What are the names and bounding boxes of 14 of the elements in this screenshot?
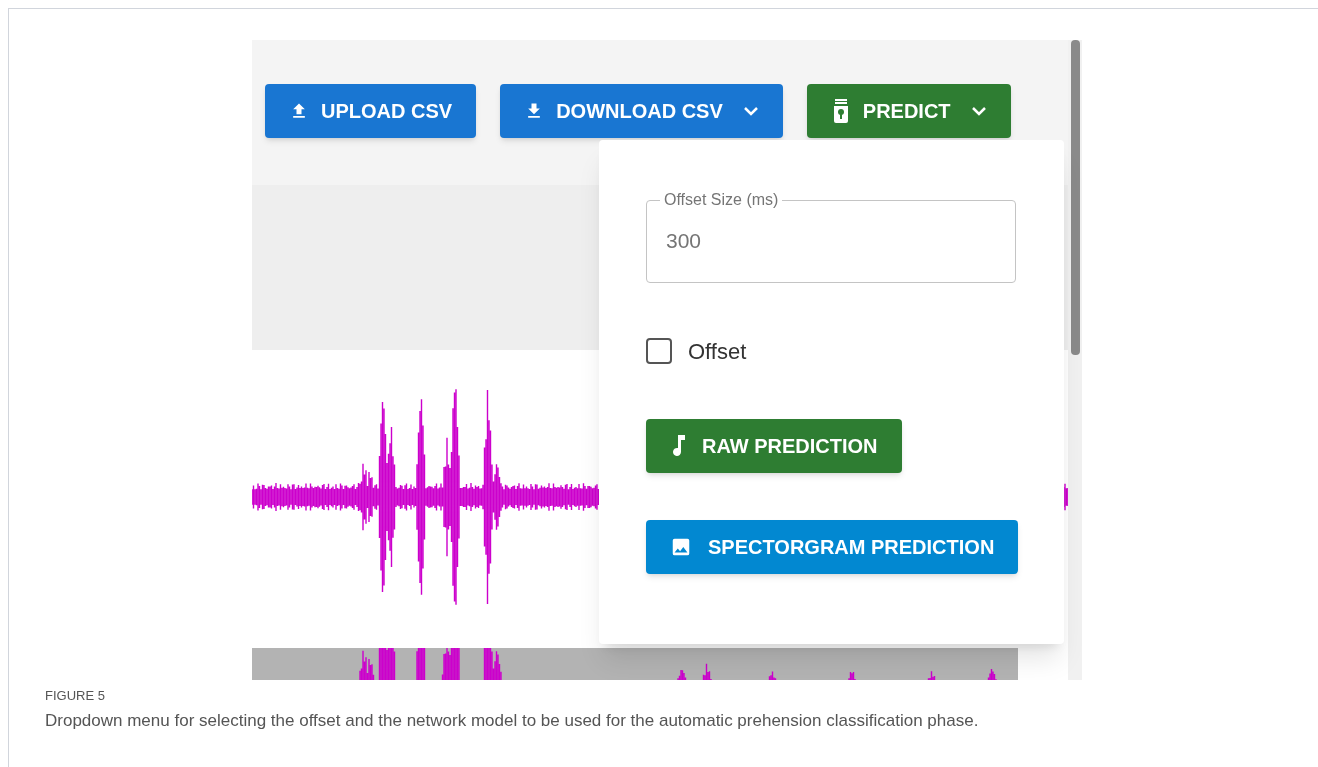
toolbar-button[interactable]: DOWNLOAD CSV [500, 84, 783, 138]
checkbox-label: Offset [688, 337, 747, 366]
figure-caption: Dropdown menu for selecting the offset and the network model to be used for the automatic prehension classification phase. [45, 709, 980, 732]
figure-label: FIGURE 5 [45, 687, 106, 705]
toolbar-button[interactable]: PREDICT [806, 84, 1011, 138]
offset-checkbox[interactable] [646, 338, 672, 364]
prediction-button[interactable]: SPECTORGRAM PREDICTION [646, 520, 1019, 574]
caret-icon [970, 106, 987, 116]
toolbar-button[interactable]: UPLOAD CSV [265, 84, 477, 138]
music-note-icon [670, 435, 686, 457]
image-icon [670, 536, 692, 558]
prediction-button[interactable]: RAW PREDICTION [646, 419, 902, 473]
scrollbar[interactable] [1068, 40, 1082, 680]
caret-icon [742, 106, 759, 116]
